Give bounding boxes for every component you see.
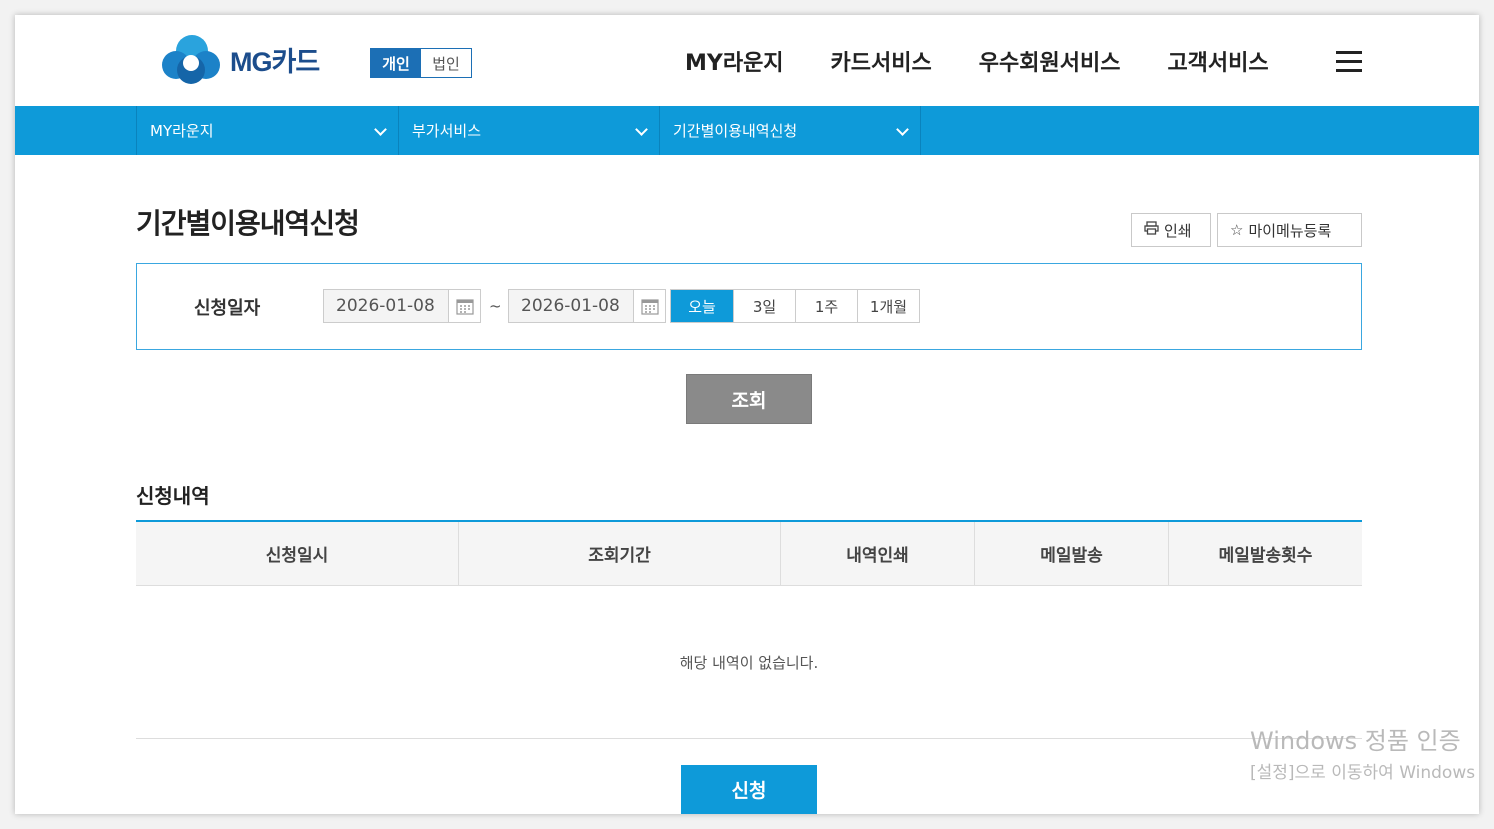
column-header: 내역인쇄 <box>780 522 974 585</box>
period-selector: 오늘 3일 1주 1개월 <box>670 289 920 323</box>
breadcrumb-extra-service[interactable]: 부가서비스 <box>398 106 659 155</box>
breadcrumb-label: 부가서비스 <box>412 122 482 140</box>
watermark-line-2: [설정]으로 이동하여 Windows <box>1250 763 1476 783</box>
empty-message: 해당 내역이 없습니다. <box>136 586 1362 739</box>
search-panel: 신청일자 2026-01-08 ~ 2026-01-08 오늘 3일 1주 1개… <box>136 263 1362 350</box>
printer-icon <box>1144 221 1159 239</box>
site-header: MG카드 개인 법인 MY라운지 카드서비스 우수회원서비스 고객서비스 <box>15 15 1479 106</box>
gnb-item-my-lounge[interactable]: MY라운지 <box>685 45 784 77</box>
column-header: 메일발송횟수 <box>1168 522 1362 585</box>
menu-hamburger-icon[interactable] <box>1336 51 1362 73</box>
column-header: 메일발송 <box>974 522 1168 585</box>
history-table: 신청일시 조회기간 내역인쇄 메일발송 메일발송횟수 해당 내역이 없습니다. <box>136 520 1362 739</box>
date-from-field[interactable]: 2026-01-08 <box>323 289 481 323</box>
gnb-item-card-service[interactable]: 카드서비스 <box>831 45 932 77</box>
browser-page: MG카드 개인 법인 MY라운지 카드서비스 우수회원서비스 고객서비스 MY라… <box>15 15 1479 814</box>
period-1month-button[interactable]: 1개월 <box>857 290 919 322</box>
chevron-down-icon <box>635 123 648 136</box>
gnb-item-vip-service[interactable]: 우수회원서비스 <box>979 45 1121 77</box>
print-button[interactable]: 인쇄 <box>1131 213 1211 247</box>
gnb-item-customer-service[interactable]: 고객서비스 <box>1167 45 1268 77</box>
toggle-personal[interactable]: 개인 <box>371 49 421 77</box>
table-header: 신청일시 조회기간 내역인쇄 메일발송 메일발송횟수 <box>136 522 1362 586</box>
date-from-value: 2026-01-08 <box>336 296 435 316</box>
page-title: 기간별이용내역신청 <box>136 207 360 240</box>
breadcrumb-label: MY라운지 <box>150 122 214 140</box>
breadcrumb-nav: MY라운지 부가서비스 기간별이용내역신청 <box>15 106 1479 155</box>
date-to-value: 2026-01-08 <box>521 296 620 316</box>
query-button[interactable]: 조회 <box>686 374 812 424</box>
period-1week-button[interactable]: 1주 <box>795 290 857 322</box>
history-section-title: 신청내역 <box>136 484 210 508</box>
user-type-toggle: 개인 법인 <box>370 48 472 78</box>
calendar-icon[interactable] <box>448 290 480 322</box>
windows-activation-watermark: Windows 정품 인증 [설정]으로 이동하여 Windows <box>1250 721 1490 783</box>
column-header: 조회기간 <box>458 522 780 585</box>
watermark-line-1: Windows 정품 인증 <box>1250 727 1461 755</box>
toggle-corporate[interactable]: 법인 <box>421 49 471 77</box>
my-menu-register-button[interactable]: ☆ 마이메뉴등록 <box>1217 213 1362 247</box>
breadcrumb-period-usage[interactable]: 기간별이용내역신청 <box>659 106 921 155</box>
calendar-icon[interactable] <box>633 290 665 322</box>
my-menu-label: 마이메뉴등록 <box>1248 221 1332 240</box>
date-separator: ~ <box>489 297 502 315</box>
chevron-down-icon <box>374 123 387 136</box>
breadcrumb-label: 기간별이용내역신청 <box>673 122 798 140</box>
apply-button[interactable]: 신청 <box>681 765 817 814</box>
print-label: 인쇄 <box>1164 221 1192 240</box>
period-today-button[interactable]: 오늘 <box>671 290 733 322</box>
column-header: 신청일시 <box>265 546 329 566</box>
logo-text: MG카드 <box>230 46 320 77</box>
cloud-logo-icon <box>162 35 220 84</box>
date-to-field[interactable]: 2026-01-08 <box>508 289 666 323</box>
breadcrumb-my-lounge[interactable]: MY라운지 <box>136 106 398 155</box>
chevron-down-icon <box>896 123 909 136</box>
global-nav: MY라운지 카드서비스 우수회원서비스 고객서비스 <box>685 45 1316 77</box>
period-3days-button[interactable]: 3일 <box>733 290 795 322</box>
mg-card-logo[interactable]: MG카드 <box>160 31 345 87</box>
star-icon: ☆ <box>1230 221 1244 239</box>
date-label: 신청일자 <box>194 298 261 319</box>
